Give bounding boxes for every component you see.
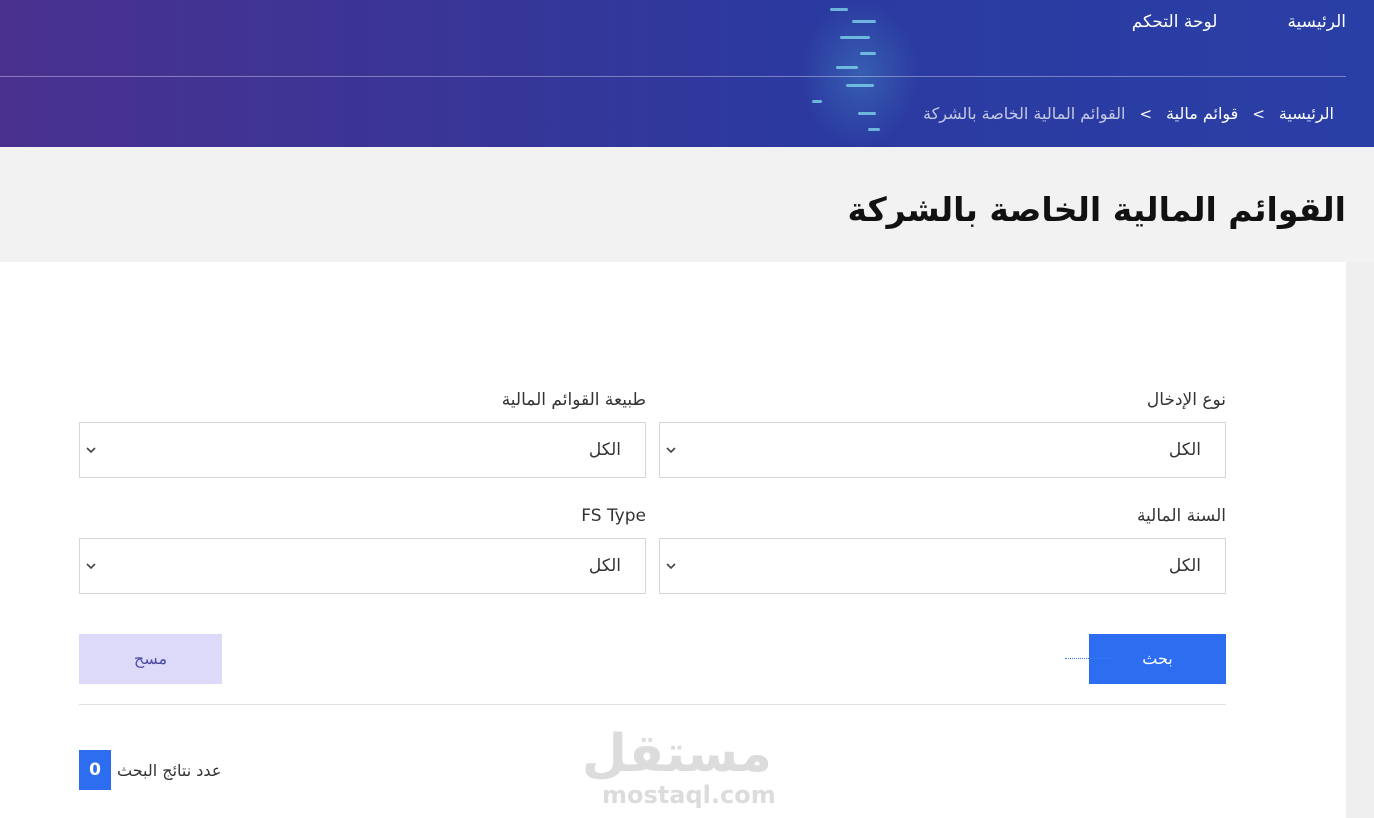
fs-type-value: الكل <box>588 556 621 576</box>
fs-type-label: FS Type <box>581 506 646 526</box>
watermark-logo: مستقل mostaql.com <box>581 724 776 809</box>
entry-type-value: الكل <box>1168 440 1201 460</box>
entry-type-select[interactable]: الكل <box>659 422 1226 478</box>
clear-button-label: مسح <box>133 651 168 668</box>
statement-nature-select[interactable]: الكل <box>79 422 646 478</box>
results-count-badge: 0 <box>79 750 111 790</box>
watermark-english: mostaql.com <box>602 781 776 809</box>
breadcrumb-separator: > <box>1252 104 1265 123</box>
top-nav: الرئيسية لوحة التحكم <box>1132 12 1346 32</box>
breadcrumb-current: القوائم المالية الخاصة بالشركة <box>923 104 1126 123</box>
focus-indicator <box>1065 658 1113 659</box>
breadcrumb: الرئيسية > قوائم مالية > القوائم المالية… <box>923 104 1334 123</box>
nav-dashboard-link[interactable]: لوحة التحكم <box>1132 12 1218 32</box>
breadcrumb-separator: > <box>1139 104 1153 123</box>
fiscal-year-value: الكل <box>1168 556 1201 576</box>
section-divider <box>79 704 1226 705</box>
page-title: القوائم المالية الخاصة بالشركة <box>847 190 1346 229</box>
watermark-arabic: مستقل <box>581 724 772 784</box>
chevron-down-icon <box>86 447 96 454</box>
site-header: الرئيسية لوحة التحكم الرئيسية > قوائم ما… <box>0 0 1374 147</box>
filter-card: نوع الإدخال طبيعة القوائم المالية الكل ا… <box>0 262 1346 818</box>
breadcrumb-financial-lists[interactable]: قوائم مالية <box>1166 104 1238 123</box>
chevron-down-icon <box>86 563 96 570</box>
results-count-label: عدد نتائج البحث <box>117 760 222 780</box>
right-gutter <box>1346 262 1374 818</box>
statement-nature-label: طبيعة القوائم المالية <box>501 390 646 410</box>
results-count: 0 عدد نتائج البحث <box>79 750 221 790</box>
clear-button[interactable]: مسح <box>79 634 222 684</box>
breadcrumb-home[interactable]: الرئيسية <box>1279 104 1334 123</box>
entry-type-label: نوع الإدخال <box>1146 390 1226 410</box>
fiscal-year-label: السنة المالية <box>1136 506 1226 526</box>
nav-home-link[interactable]: الرئيسية <box>1287 12 1346 32</box>
search-button[interactable]: بحث <box>1065 634 1226 684</box>
statement-nature-value: الكل <box>588 440 621 460</box>
chevron-down-icon <box>666 447 676 454</box>
search-button-label: بحث <box>1142 651 1173 668</box>
chevron-down-icon <box>666 563 676 570</box>
fiscal-year-select[interactable]: الكل <box>659 538 1226 594</box>
header-divider <box>0 76 1346 77</box>
fs-type-select[interactable]: الكل <box>79 538 646 594</box>
